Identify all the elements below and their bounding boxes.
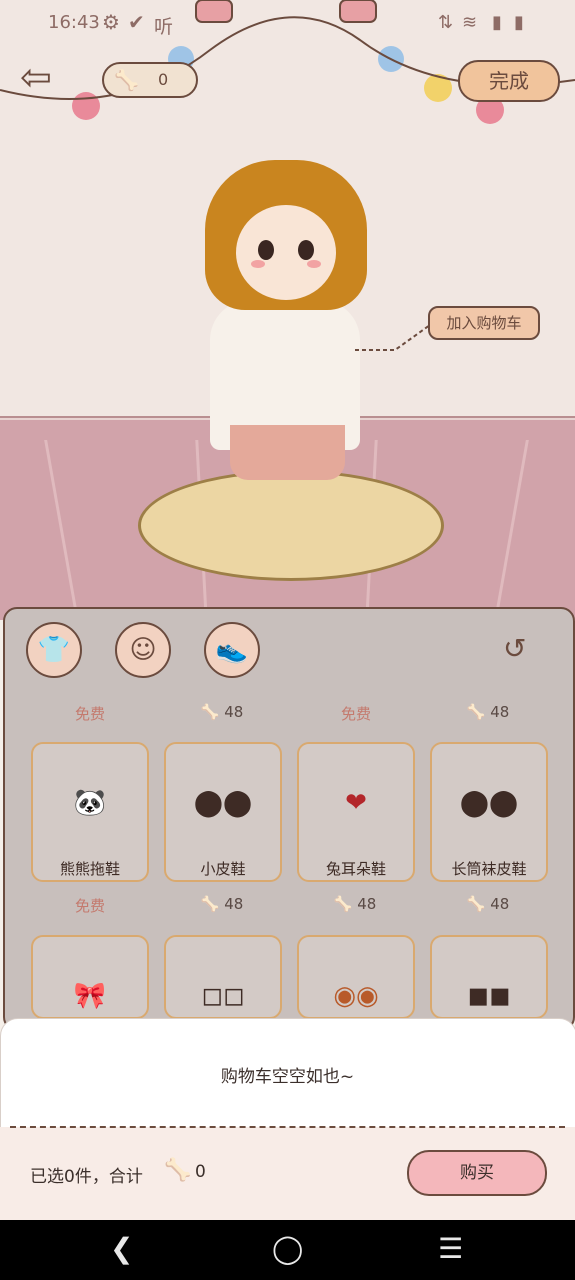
item-shoe-image: ◉◉ (333, 981, 379, 1011)
item-price: 🦴 48 (466, 895, 510, 913)
character-platform (138, 470, 444, 581)
shop-item[interactable]: ◼◼ (430, 935, 548, 1019)
check-circle-icon: ✔ (128, 10, 145, 34)
item-price: 免费 (340, 705, 371, 723)
bone-currency-pill: 🦴 0 (102, 62, 198, 98)
shop-item[interactable]: 🎀 (31, 935, 149, 1019)
item-price: 🦴 48 (200, 703, 244, 721)
back-arrow-icon[interactable]: ⇦ (20, 58, 60, 98)
bone-icon: 🦴 (200, 703, 220, 721)
character-eyes (251, 240, 321, 268)
cart-total: 0 (195, 1162, 206, 1182)
item-price: 🦴 48 (466, 703, 510, 721)
item-price: 免费 (74, 897, 105, 915)
undo-icon[interactable]: ↺ (503, 632, 535, 665)
cart-divider (10, 1126, 565, 1128)
item-shoe-image: ⬤⬤ (193, 788, 253, 818)
shoe-icon[interactable]: 👟 (204, 622, 260, 678)
character-skirt[interactable] (230, 425, 345, 480)
shop-item[interactable]: ❤ 兔耳朵鞋 (297, 742, 415, 882)
item-shoe-image: ◼◼ (467, 981, 511, 1011)
navigation-bar: ❮ ◯ ☰ (0, 1220, 575, 1280)
bone-icon: 🦴 (200, 895, 220, 913)
shop-item[interactable]: ⬤⬤ 长筒袜皮鞋 (430, 742, 548, 882)
bone-icon: 🦴 (164, 1158, 192, 1183)
nav-menu-icon[interactable]: ☰ (438, 1232, 463, 1265)
cart-empty-message: 购物车空空如也~ (220, 1067, 355, 1087)
bone-count: 0 (158, 70, 169, 89)
cart-summary: 已选0件，合计 (30, 1167, 143, 1187)
item-name: 熊熊拖鞋 (59, 860, 120, 878)
bone-icon: 🦴 (333, 895, 353, 913)
bone-icon: 🦴 (466, 703, 486, 721)
battery-icon: ▮ (514, 12, 524, 33)
shop-item[interactable]: ◻◻ (164, 935, 282, 1019)
item-shoe-image: ❤ (345, 788, 367, 818)
item-shoe-image: 🐼 (73, 788, 107, 818)
item-name: 长筒袜皮鞋 (451, 860, 527, 878)
item-shoe-image: ◻◻ (201, 981, 245, 1011)
status-bar: 16:43 ⚙ ✔ 听 ⇅ ≋ ▮ ▮ (0, 0, 575, 44)
item-price: 🦴 48 (333, 895, 377, 913)
wifi-icon: ≋ (462, 12, 478, 33)
nav-back-icon[interactable]: ❮ (110, 1232, 133, 1265)
callout-line (355, 324, 431, 351)
done-button[interactable]: 完成 (458, 60, 560, 102)
item-name: 兔耳朵鞋 (325, 860, 386, 878)
shop-item[interactable]: ⬤⬤ 小皮鞋 (164, 742, 282, 882)
item-name: 小皮鞋 (200, 860, 246, 878)
item-shoe-image: 🎀 (73, 981, 107, 1011)
shop-item[interactable]: 🐼 熊熊拖鞋 (31, 742, 149, 882)
item-price: 免费 (74, 705, 105, 723)
vibrate-icon: ⇅ (438, 12, 454, 33)
bone-icon: 🦴 (466, 895, 486, 913)
gear-icon: ⚙ (102, 10, 120, 34)
shirt-icon[interactable]: 👕 (26, 622, 82, 678)
item-shoe-image: ⬤⬤ (459, 788, 519, 818)
bone-icon: 🦴 (114, 68, 139, 92)
nav-home-icon[interactable]: ◯ (272, 1232, 303, 1265)
signal-icon: ▮ (492, 12, 502, 33)
add-to-cart-tag[interactable]: 加入购物车 (428, 306, 540, 340)
listen-label: 听 (154, 16, 174, 38)
shop-item[interactable]: ◉◉ (297, 935, 415, 1019)
item-price: 🦴 48 (200, 895, 244, 913)
hair-icon[interactable]: ☺ (115, 622, 171, 678)
buy-button[interactable]: 购买 (407, 1150, 547, 1196)
status-time: 16:43 (48, 12, 100, 33)
